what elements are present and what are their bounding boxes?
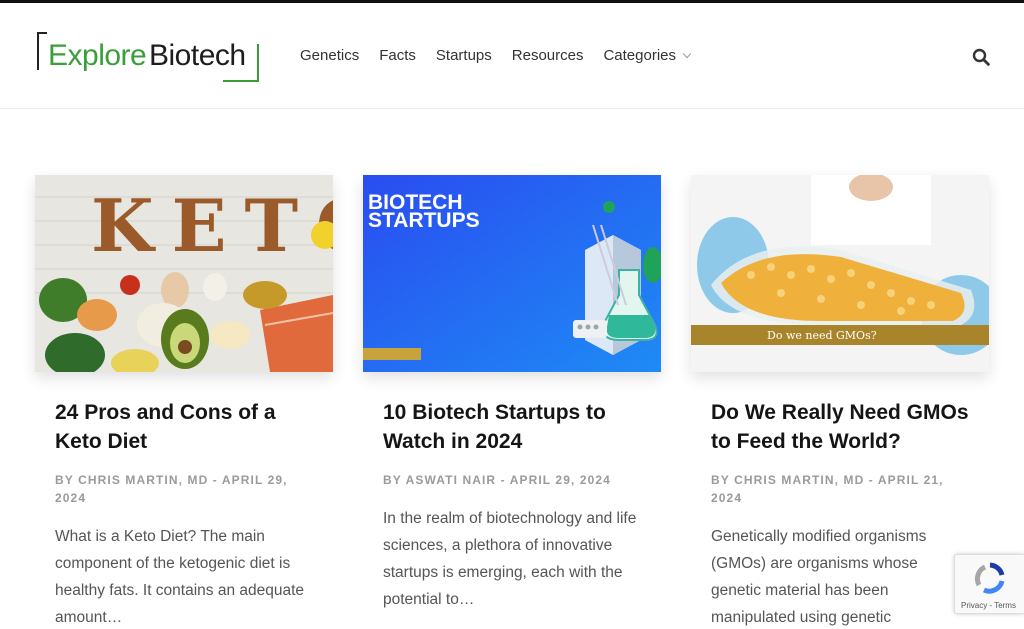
post-meta: BY CHRIS MARTIN, MD - APRIL 29, 2024 (55, 471, 313, 507)
post-title[interactable]: 10 Biotech Startups to Watch in 2024 (383, 398, 641, 456)
gmo-corn-image: Do we need GMOs? (691, 175, 989, 372)
post-author[interactable]: BY CHRIS MARTIN, MD (711, 473, 864, 487)
logo-word-biotech: Biotech (149, 39, 246, 72)
post-card-gmos: Do we need GMOs? Do We Really Need GMOs … (691, 175, 989, 629)
post-image-startups[interactable]: BIOTECH STARTUPS (363, 175, 661, 372)
post-excerpt: Genetically modified organisms (GMOs) ar… (711, 528, 927, 626)
post-meta: BY CHRIS MARTIN, MD - APRIL 21, 2024 (711, 471, 969, 507)
nav-categories-label: Categories (603, 47, 677, 64)
post-title[interactable]: Do We Really Need GMOs to Feed the World… (711, 398, 969, 456)
post-card-startups: BIOTECH STARTUPS 10 Biotech Startups to … (363, 175, 661, 613)
post-excerpt: What is a Keto Diet? The main component … (55, 528, 305, 626)
logo-bracket-left (37, 32, 47, 70)
logo-word-explore: Explore (48, 39, 147, 72)
nav-facts[interactable]: Facts (379, 47, 416, 64)
search-button[interactable] (972, 48, 990, 66)
post-author[interactable]: BY CHRIS MARTIN, MD (55, 473, 208, 487)
gmo-image-text: Do we need GMOs? (767, 329, 877, 342)
biotech-startups-image: BIOTECH STARTUPS (363, 175, 661, 372)
keto-food-image: KETO (35, 175, 333, 372)
post-excerpt: In the realm of biotechnology and life s… (383, 510, 637, 608)
post-author[interactable]: BY ASWATI NAIR (383, 473, 496, 487)
site-logo[interactable]: Explore Biotech (37, 32, 259, 82)
site-header: Explore Biotech Genetics Facts Startups … (0, 3, 1024, 109)
post-card-keto: KETO 24 Pros and Cons of a Keto Diet BY … (35, 175, 333, 629)
post-date: - APRIL 29, 2024 (500, 473, 611, 487)
nav-startups[interactable]: Startups (436, 47, 492, 64)
search-icon (972, 48, 990, 66)
nav-resources[interactable]: Resources (512, 47, 584, 64)
post-title[interactable]: 24 Pros and Cons of a Keto Diet (55, 398, 313, 456)
post-meta: BY ASWATI NAIR - APRIL 29, 2024 (383, 471, 641, 489)
keto-image-text: KETO (91, 183, 333, 268)
post-image-gmos[interactable]: Do we need GMOs? (691, 175, 989, 372)
recaptcha-terms[interactable]: Privacy - Terms (961, 601, 1016, 610)
chevron-down-icon (682, 49, 692, 58)
recaptcha-badge[interactable]: Privacy - Terms (954, 554, 1024, 614)
main-nav: Genetics Facts Startups Resources Catego… (300, 47, 692, 64)
post-image-keto[interactable]: KETO (35, 175, 333, 372)
svg-text:STARTUPS: STARTUPS (368, 209, 480, 232)
nav-genetics[interactable]: Genetics (300, 47, 359, 64)
recaptcha-icon (974, 562, 1005, 594)
nav-categories[interactable]: Categories (603, 47, 692, 64)
